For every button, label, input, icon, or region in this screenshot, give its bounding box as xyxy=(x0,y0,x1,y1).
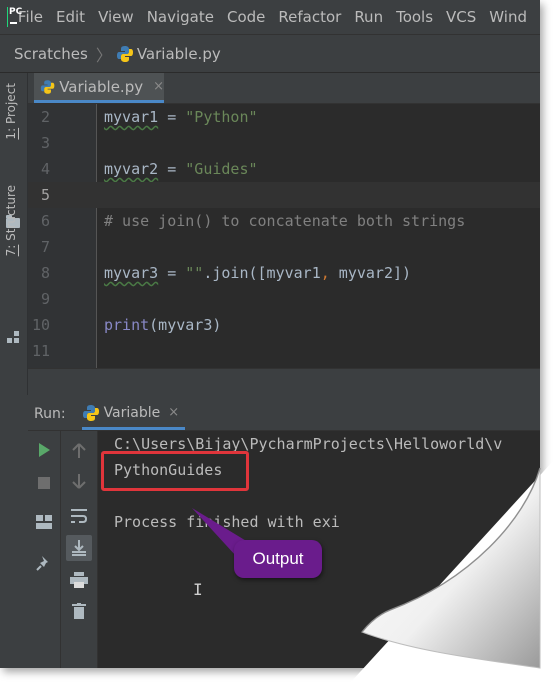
callout-label: Output xyxy=(252,549,304,568)
code-line[interactable]: 9 xyxy=(28,286,540,312)
breadcrumb-scratches[interactable]: Scratches xyxy=(14,45,88,63)
run-toolbar-secondary xyxy=(61,431,98,668)
line-number: 8 xyxy=(40,264,50,282)
text-cursor-icon: I xyxy=(193,580,203,599)
code-line[interactable]: 3 xyxy=(28,130,540,156)
menu-code[interactable]: Code xyxy=(227,8,265,26)
line-number: 3 xyxy=(40,134,50,152)
python-file-icon xyxy=(40,79,55,94)
chevron-right-icon: 〉 xyxy=(95,45,112,65)
tab-label: Variable.py xyxy=(59,77,144,96)
menu-window[interactable]: Wind xyxy=(489,8,527,26)
code-line[interactable]: 7 xyxy=(28,234,540,260)
variable-token: myvar1 xyxy=(104,108,159,126)
variable-token: myvar2 xyxy=(104,160,159,178)
code-text: myvar2 = "Guides" xyxy=(104,156,258,182)
stop-icon[interactable] xyxy=(38,477,50,489)
structure-tool-tab[interactable]: 7: Structure xyxy=(4,185,18,256)
layout-icon[interactable] xyxy=(36,515,52,529)
arrow-down-icon[interactable] xyxy=(72,473,86,489)
pycharm-logo-icon: PC xyxy=(7,7,22,27)
line-number: 7 xyxy=(40,238,50,256)
trash-icon[interactable] xyxy=(72,603,86,619)
line-number: 4 xyxy=(40,160,50,178)
line-number: 2 xyxy=(40,108,50,126)
string-token: "Python" xyxy=(185,108,258,126)
line-number: 9 xyxy=(40,290,50,308)
line-number: 6 xyxy=(40,212,50,230)
output-highlight-box xyxy=(101,451,249,491)
breadcrumb: Scratches 〉 Variable.py xyxy=(0,35,540,73)
run-label: Run: xyxy=(34,406,66,422)
code-text: myvar1 = "Python" xyxy=(104,104,258,130)
string-token: "" xyxy=(185,264,204,282)
panel-divider[interactable] xyxy=(28,368,540,399)
code-line[interactable]: 8 myvar3 = "".join([myvar1, myvar2]) xyxy=(28,260,540,286)
python-file-icon xyxy=(116,45,133,62)
code-token: .join([myvar1 xyxy=(203,264,321,282)
run-tab-variable[interactable]: Variable × xyxy=(81,398,186,430)
line-number: 10 xyxy=(31,316,50,334)
close-icon[interactable]: × xyxy=(168,405,179,420)
code-text: # use join() to concatenate both strings xyxy=(104,208,465,234)
code-text: print(myvar3) xyxy=(104,312,221,338)
arrow-up-icon[interactable] xyxy=(72,443,86,459)
code-token: (myvar3) xyxy=(149,316,222,334)
project-tab-label: Project xyxy=(4,83,18,128)
soft-wrap-icon[interactable] xyxy=(70,508,88,524)
menu-view[interactable]: View xyxy=(98,8,134,26)
structure-tab-number: 7: xyxy=(4,244,18,257)
code-token: myvar2]) xyxy=(329,264,412,282)
string-token: "Guides" xyxy=(185,160,258,178)
code-token: = xyxy=(158,160,186,178)
pin-icon[interactable] xyxy=(36,555,52,571)
code-line[interactable]: 5 xyxy=(28,182,540,208)
python-run-icon xyxy=(82,404,99,421)
project-tab-number: 1: xyxy=(4,127,18,140)
code-line[interactable]: 11 xyxy=(28,338,540,364)
rerun-play-icon[interactable] xyxy=(39,443,50,457)
output-callout: Output xyxy=(234,540,322,578)
variable-token: myvar3 xyxy=(104,264,159,282)
code-token: , xyxy=(320,264,330,282)
code-line[interactable]: 10 print(myvar3) xyxy=(28,312,540,338)
run-tab-label: Variable xyxy=(103,404,161,421)
tab-variable-py[interactable]: Variable.py × xyxy=(34,73,164,103)
code-line[interactable]: 6 # use join() to concatenate both string… xyxy=(28,208,540,234)
line-number: 5 xyxy=(40,186,50,204)
menu-tools[interactable]: Tools xyxy=(396,8,433,26)
left-tool-stripe: 1: Project 7: Structure xyxy=(0,73,28,395)
builtin-token: print xyxy=(104,316,150,334)
code-line[interactable]: 4 myvar2 = "Guides" xyxy=(28,156,540,182)
menu-run[interactable]: Run xyxy=(354,8,383,26)
scroll-to-end-button[interactable] xyxy=(66,535,92,561)
menu-bar: PC File Edit View Navigate Code Refactor… xyxy=(0,0,540,35)
run-toolbar-primary xyxy=(28,431,61,668)
code-token: = xyxy=(158,108,186,126)
project-tool-tab[interactable]: 1: Project xyxy=(4,83,18,140)
line-number: 11 xyxy=(31,342,50,360)
comment-token: # use join() to concatenate both strings xyxy=(104,212,466,230)
structure-tab-label: Structure xyxy=(4,185,18,245)
structure-icon xyxy=(7,331,19,343)
close-icon[interactable]: × xyxy=(153,79,164,94)
page-curl-decoration xyxy=(350,460,554,683)
code-token: = xyxy=(158,264,186,282)
menu-vcs[interactable]: VCS xyxy=(446,8,476,26)
menu-refactor[interactable]: Refactor xyxy=(278,8,341,26)
menu-edit[interactable]: Edit xyxy=(56,8,85,26)
logo-text: PC xyxy=(9,7,23,17)
run-panel-header: Run: Variable × xyxy=(28,398,540,431)
scroll-to-end-icon xyxy=(72,540,86,556)
menu-navigate[interactable]: Navigate xyxy=(147,8,214,26)
code-editor[interactable]: 2 myvar1 = "Python" 3 4 myvar2 = "Guides" 5 6 #… xyxy=(28,104,540,368)
print-icon[interactable] xyxy=(70,572,88,588)
editor-tab-bar: Variable.py × xyxy=(28,73,540,104)
code-text: myvar3 = "".join([myvar1, myvar2]) xyxy=(104,260,411,286)
code-line[interactable]: 2 myvar1 = "Python" xyxy=(28,104,540,130)
breadcrumb-file[interactable]: Variable.py xyxy=(137,45,221,63)
